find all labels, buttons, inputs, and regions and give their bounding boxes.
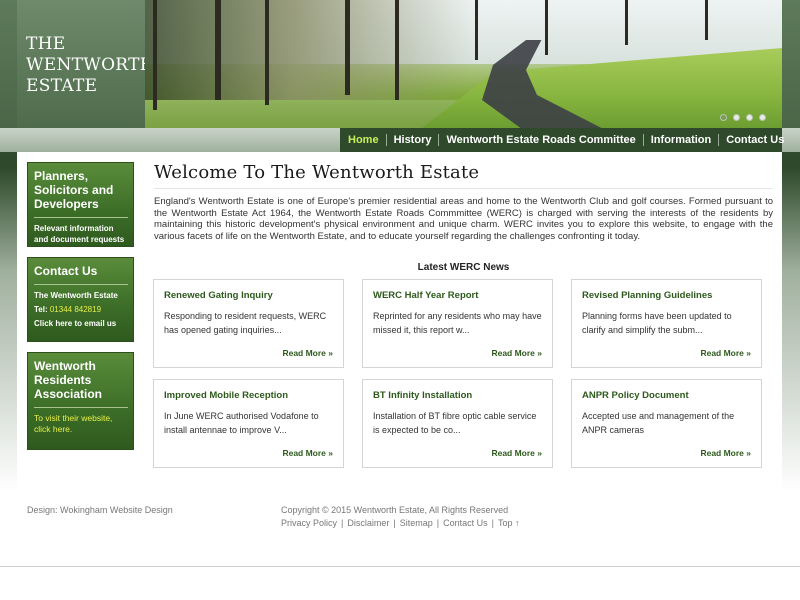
read-more-link[interactable]: Read More » xyxy=(700,448,751,458)
banner-tree-trunk xyxy=(265,0,269,105)
banner-tree-trunk xyxy=(153,0,157,110)
nav-home[interactable]: Home xyxy=(341,134,386,146)
logo-line-2: WENTWORTH xyxy=(26,55,155,75)
banner-tree-trunk xyxy=(215,0,221,100)
banner-tree-trunk xyxy=(545,0,548,55)
banner-tree-trunk xyxy=(345,0,350,95)
footer-separator: | xyxy=(393,518,396,528)
slider-dot[interactable] xyxy=(759,114,766,121)
logo-line-3: ESTATE xyxy=(26,76,98,96)
page-bottom-divider xyxy=(0,566,800,567)
news-card-summary: Responding to resident requests, WERC ha… xyxy=(164,311,327,335)
read-more-link[interactable]: Read More » xyxy=(491,348,542,358)
sidebar-residents-link[interactable]: To visit their website, click here. xyxy=(34,413,128,435)
sidebar-contact-tel-label: Tel: xyxy=(34,305,50,314)
news-card-title[interactable]: Improved Mobile Reception xyxy=(164,390,288,401)
main-nav: Home History Wentworth Estate Roads Comm… xyxy=(341,128,791,152)
news-card-summary: Accepted use and management of the ANPR … xyxy=(582,411,735,435)
news-card: ANPR Policy Document Accepted use and ma… xyxy=(571,379,762,468)
news-card: Improved Mobile Reception In June WERC a… xyxy=(153,379,344,468)
footer-design-credit[interactable]: Design: Wokingham Website Design xyxy=(27,505,173,515)
slider-dot[interactable] xyxy=(733,114,740,121)
nav-history[interactable]: History xyxy=(387,134,439,146)
logo-line-1: THE xyxy=(26,34,66,54)
footer-separator: | xyxy=(341,518,344,528)
sidebar-email-link[interactable]: Click here to email us xyxy=(34,318,128,329)
footer-separator: | xyxy=(491,518,494,528)
sidebar-divider xyxy=(34,407,128,408)
sidebar-planners-title: Planners, Solicitors and Developers xyxy=(34,169,114,211)
news-card-title[interactable]: Revised Planning Guidelines xyxy=(582,290,712,301)
footer-contact-link[interactable]: Contact Us xyxy=(443,518,488,528)
news-card-summary: In June WERC authorised Vodafone to inst… xyxy=(164,411,319,435)
banner-tree-trunk xyxy=(625,0,628,45)
news-card-title[interactable]: BT Infinity Installation xyxy=(373,390,472,401)
news-card: WERC Half Year Report Reprinted for any … xyxy=(362,279,553,368)
footer-separator: | xyxy=(436,518,440,528)
read-more-link[interactable]: Read More » xyxy=(282,348,333,358)
news-card-title[interactable]: Renewed Gating Inquiry xyxy=(164,290,273,301)
footer-top-link[interactable]: Top ↑ xyxy=(498,518,520,528)
nav-contact[interactable]: Contact Us xyxy=(719,134,791,146)
banner-tree-trunk xyxy=(705,0,708,40)
read-more-link[interactable]: Read More » xyxy=(282,448,333,458)
page-title: Welcome To The Wentworth Estate xyxy=(154,162,480,183)
news-card-summary: Installation of BT fibre optic cable ser… xyxy=(373,411,537,435)
news-card-summary: Planning forms have been updated to clar… xyxy=(582,311,732,335)
slider-dot[interactable] xyxy=(746,114,753,121)
banner-grass-left xyxy=(145,100,475,128)
slider-dot[interactable] xyxy=(720,114,727,121)
sidebar-planners-box[interactable]: Planners, Solicitors and Developers Rele… xyxy=(27,162,134,247)
sidebar-contact-tel-line: Tel: 01344 842819 xyxy=(34,304,128,315)
news-card: Revised Planning Guidelines Planning for… xyxy=(571,279,762,368)
footer-privacy-link[interactable]: Privacy Policy xyxy=(281,518,337,528)
sidebar-contact-name: The Wentworth Estate xyxy=(34,291,118,300)
footer-disclaimer-link[interactable]: Disclaimer xyxy=(347,518,389,528)
title-divider xyxy=(154,188,772,189)
news-card: BT Infinity Installation Installation of… xyxy=(362,379,553,468)
slider-dots xyxy=(720,114,766,121)
read-more-link[interactable]: Read More » xyxy=(700,348,751,358)
footer-links: Privacy Policy | Disclaimer | Sitemap | … xyxy=(281,518,519,528)
site-logo[interactable]: THE WENTWORTH ESTATE xyxy=(17,0,155,128)
footer-copyright: Copyright © 2015 Wentworth Estate, All R… xyxy=(281,505,509,515)
sidebar-contact-tel[interactable]: 01344 842819 xyxy=(50,305,101,314)
news-section-heading: Latest WERC News xyxy=(417,262,510,273)
sidebar-planners-text: Relevant information and document reques… xyxy=(34,224,125,244)
nav-roads-committee[interactable]: Wentworth Estate Roads Committee xyxy=(439,134,642,146)
sidebar-residents-box[interactable]: Wentworth Residents Association To visit… xyxy=(27,352,134,450)
intro-paragraph: England's Wentworth Estate is one of Eur… xyxy=(154,196,773,242)
hero-banner-image xyxy=(145,0,782,128)
sidebar-contact-title: Contact Us xyxy=(34,264,98,278)
nav-separator xyxy=(718,134,720,146)
nav-separator xyxy=(385,134,387,146)
sidebar-divider xyxy=(34,217,128,218)
nav-separator xyxy=(642,134,644,146)
sidebar-divider xyxy=(34,284,128,285)
sidebar-residents-title: Wentworth Residents Association xyxy=(34,359,103,401)
nav-information[interactable]: Information xyxy=(644,134,719,146)
sidebar-contact-box: Contact Us The Wentworth Estate Tel: 013… xyxy=(27,257,134,342)
news-card-title[interactable]: ANPR Policy Document xyxy=(582,390,689,401)
read-more-link[interactable]: Read More » xyxy=(491,448,542,458)
news-card-title[interactable]: WERC Half Year Report xyxy=(373,290,478,301)
nav-separator xyxy=(438,134,440,146)
footer-sitemap-link[interactable]: Sitemap xyxy=(400,518,433,528)
banner-tree-trunk xyxy=(395,0,399,100)
banner-tree-trunk xyxy=(475,0,478,60)
news-card: Renewed Gating Inquiry Responding to res… xyxy=(153,279,344,368)
news-card-summary: Reprinted for any residents who may have… xyxy=(373,311,542,335)
